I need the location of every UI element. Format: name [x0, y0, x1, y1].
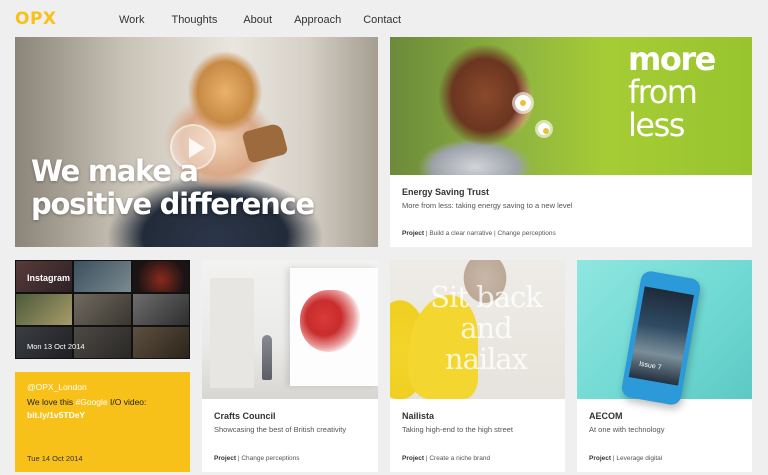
crafts-council-card[interactable]: Crafts Council Showcasing the best of Br… — [202, 260, 378, 472]
card-meta-type: Project — [214, 455, 237, 462]
card-meta-type: Project — [402, 230, 425, 237]
card-description: More from less: taking energy saving to … — [402, 201, 573, 210]
instagram-photo — [73, 260, 132, 293]
nav-about[interactable]: About — [243, 14, 272, 26]
nailista-image-text: Sit back and nailax — [426, 282, 546, 375]
nailista-image-line: Sit back — [430, 280, 543, 314]
card-title: AECOM — [589, 411, 623, 421]
nailista-card[interactable]: Sit back and nailax Nailista Taking high… — [390, 260, 565, 472]
instagram-photo — [132, 293, 190, 326]
nailista-image: Sit back and nailax — [390, 260, 565, 399]
instagram-photo — [132, 326, 190, 359]
nailista-image-line: nailax — [444, 342, 528, 376]
card-description: Showcasing the best of British creativit… — [214, 425, 347, 434]
tweet-link[interactable]: bit.ly/1v5TDeY — [27, 410, 85, 420]
card-meta: Project | Create a niche brand — [402, 455, 490, 462]
instagram-label: Instagram — [27, 273, 71, 283]
card-meta-tags: | Create a niche brand — [424, 455, 491, 462]
nav-contact[interactable]: Contact — [363, 14, 401, 26]
instagram-date: Mon 13 Oct 2014 — [27, 342, 85, 351]
tweet-text-part: I/O video: — [107, 397, 147, 407]
energy-image: more from less — [390, 37, 752, 175]
energy-headline: more from less — [628, 40, 716, 144]
gallery-panel — [210, 278, 254, 388]
hero-headline-line2: positive difference — [31, 187, 315, 221]
hero-video-tile[interactable]: We make a positive difference — [15, 37, 378, 247]
nav-work[interactable]: Work — [119, 14, 144, 26]
phone-illustration: Issue 7 — [620, 269, 702, 407]
phone-issue-label: Issue 7 — [638, 360, 662, 372]
nailista-image-line: and — [460, 311, 513, 345]
card-title: Nailista — [402, 411, 435, 421]
card-meta-type: Project — [589, 455, 612, 462]
tweet-handle[interactable]: @OPX_London — [27, 382, 87, 392]
hero-headline-line1: We make a — [31, 154, 199, 188]
aecom-image: Issue 7 — [577, 260, 752, 407]
card-description: Taking high-end to the high street — [402, 425, 513, 434]
tweet-text-part: We love this — [27, 397, 76, 407]
instagram-photo — [15, 293, 73, 326]
crafts-image — [202, 260, 378, 399]
instagram-tile[interactable]: Instagram Mon 13 Oct 2014 — [15, 260, 190, 359]
tweet-text: We love this #Google I/O video: bit.ly/1… — [27, 396, 187, 422]
card-meta-tags: | Leverage digital — [611, 455, 663, 462]
hero-headline: We make a positive difference — [31, 154, 315, 221]
energy-headline-line1: more — [628, 40, 716, 78]
card-title: Energy Saving Trust — [402, 187, 490, 197]
flower-decoration — [538, 123, 550, 135]
card-title: Crafts Council — [214, 411, 276, 421]
main-nav: Work Thoughts About Approach Contact — [119, 14, 425, 26]
instagram-photo — [132, 260, 190, 293]
tweet-tile[interactable]: @OPX_London We love this #Google I/O vid… — [15, 372, 190, 472]
card-meta-tags: | Build a clear narrative | Change perce… — [424, 230, 556, 237]
phone-screen: Issue 7 — [628, 286, 694, 386]
nav-approach[interactable]: Approach — [294, 14, 341, 26]
tweet-hashtag[interactable]: #Google — [76, 397, 108, 407]
card-meta-type: Project — [402, 455, 425, 462]
page: OPX Work Thoughts About Approach Contact… — [0, 0, 768, 475]
card-meta: Project | Build a clear narrative | Chan… — [402, 230, 556, 237]
energy-headline-line3: less — [628, 106, 685, 144]
logo[interactable]: OPX — [15, 9, 57, 29]
card-meta-tags: | Change perceptions — [236, 455, 300, 462]
card-description: At one with technology — [589, 425, 665, 434]
card-meta: Project | Leverage digital — [589, 455, 662, 462]
energy-saving-trust-card[interactable]: more from less Energy Saving Trust More … — [390, 37, 752, 247]
visitor-figure — [262, 335, 272, 380]
nav-thoughts[interactable]: Thoughts — [171, 14, 217, 26]
instagram-photo — [73, 293, 132, 326]
flower-decoration — [515, 95, 531, 111]
card-meta: Project | Change perceptions — [214, 455, 300, 462]
tweet-date: Tue 14 Oct 2014 — [27, 454, 83, 463]
energy-headline-line2: from — [628, 73, 698, 111]
aecom-card[interactable]: Issue 7 AECOM At one with technology Pro… — [577, 260, 752, 472]
